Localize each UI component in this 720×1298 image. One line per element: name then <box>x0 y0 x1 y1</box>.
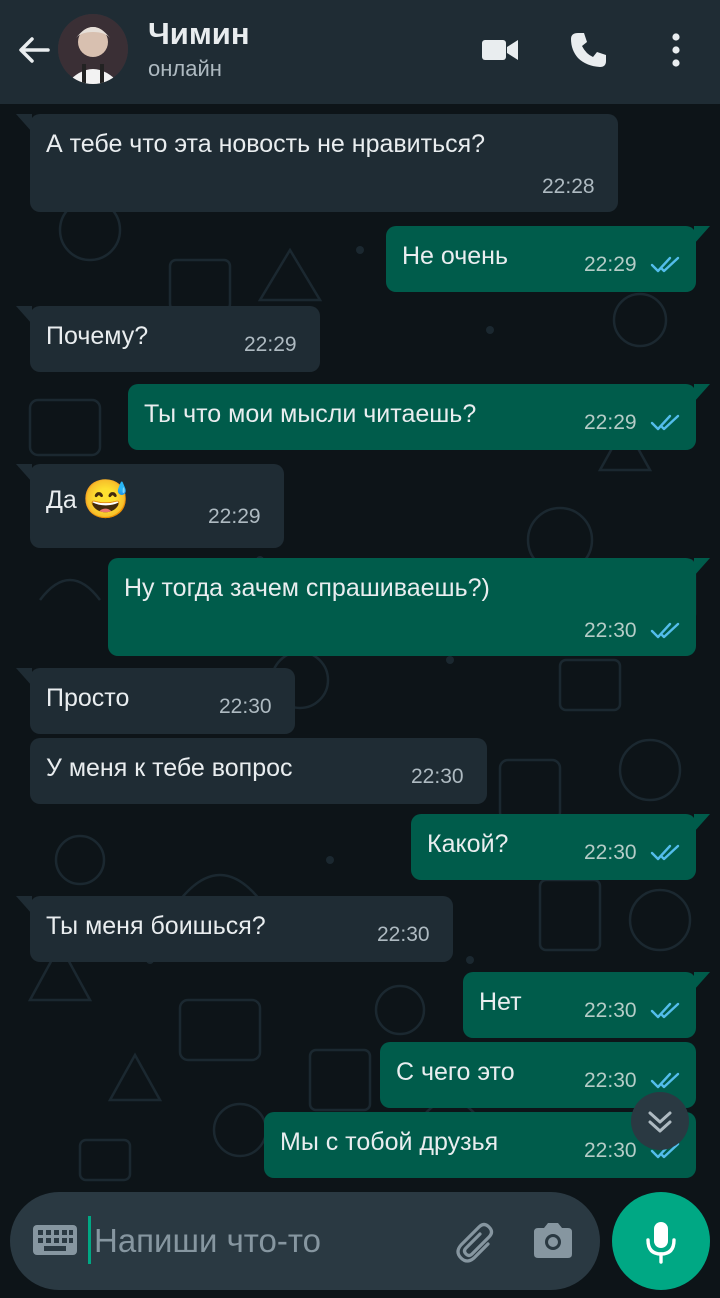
read-receipt-icon <box>650 256 680 273</box>
message-time: 22:30 <box>584 841 637 864</box>
read-receipt-icon <box>650 414 680 431</box>
bubble-tail <box>694 972 710 990</box>
attach-paperclip-icon[interactable] <box>452 1218 500 1266</box>
bubble-tail <box>694 384 710 402</box>
message-time: 22:30 <box>584 619 637 642</box>
message-time: 22:30 <box>584 999 637 1022</box>
bubble-tail <box>694 814 710 832</box>
back-arrow-icon[interactable] <box>14 30 54 70</box>
message-text: У меня к тебе вопрос <box>46 754 293 782</box>
text-caret <box>88 1216 91 1264</box>
message-time: 22:28 <box>542 175 595 198</box>
chevrons-down-icon <box>648 1111 672 1133</box>
message-time: 22:30 <box>219 695 272 718</box>
message-text: Какой? <box>427 830 509 858</box>
read-receipt-icon <box>650 622 680 639</box>
message-text: Да <box>46 486 77 514</box>
message-time: 22:30 <box>411 765 464 788</box>
message-text: Просто <box>46 684 130 712</box>
incoming-message[interactable]: У меня к тебе вопрос 22:30 <box>30 738 487 804</box>
sweat-smile-emoji: 😅 <box>82 479 130 521</box>
message-time: 22:29 <box>584 411 637 434</box>
contact-avatar[interactable] <box>58 14 128 84</box>
contact-status: онлайн <box>148 56 222 81</box>
message-text: Ты меня боишься? <box>46 912 266 940</box>
incoming-message[interactable]: Да 😅 22:29 <box>16 464 284 548</box>
bubble-tail <box>694 226 710 244</box>
message-composer <box>10 1192 600 1290</box>
incoming-message[interactable]: А тебе что эта новость не нравиться? 22:2… <box>16 114 618 212</box>
read-receipt-icon <box>650 844 680 861</box>
message-text: Не очень <box>402 242 509 270</box>
message-text: А тебе что эта новость не нравиться? <box>46 130 486 158</box>
keyboard-icon[interactable] <box>32 1222 78 1258</box>
bubble-tail <box>16 896 32 914</box>
voice-message-button[interactable] <box>612 1192 710 1290</box>
message-text: Ну тогда зачем спрашиваешь?) <box>124 574 490 602</box>
scroll-to-bottom-button[interactable] <box>631 1092 689 1150</box>
message-text: Нет <box>479 988 522 1016</box>
incoming-message[interactable]: Просто 22:30 <box>16 668 295 734</box>
incoming-message[interactable]: Ты меня боишься? 22:30 <box>16 896 453 962</box>
message-text: Мы с тобой друзья <box>280 1128 499 1156</box>
incoming-message[interactable]: Почему? 22:29 <box>16 306 320 372</box>
message-time: 22:30 <box>377 923 430 946</box>
read-receipt-icon <box>650 1072 680 1089</box>
bubble-tail <box>16 464 32 482</box>
bubble-tail <box>16 668 32 686</box>
bubble-tail <box>16 306 32 324</box>
message-time: 22:30 <box>584 1069 637 1092</box>
outgoing-message[interactable]: Нет 22:30 <box>463 972 710 1038</box>
message-input[interactable] <box>92 1214 436 1268</box>
microphone-icon <box>646 1222 676 1264</box>
message-text: Почему? <box>46 322 149 350</box>
chat-header: Чимин онлайн <box>0 0 720 104</box>
message-time: 22:30 <box>584 1139 637 1162</box>
more-vertical-icon[interactable] <box>654 28 698 72</box>
camera-icon[interactable] <box>530 1220 576 1262</box>
read-receipt-icon <box>650 1002 680 1019</box>
message-time: 22:29 <box>244 333 297 356</box>
outgoing-message[interactable]: Какой? 22:30 <box>411 814 710 880</box>
contact-name[interactable]: Чимин <box>148 16 250 52</box>
bubble-tail <box>694 558 710 576</box>
phone-icon[interactable] <box>566 28 610 72</box>
outgoing-message[interactable]: Не очень 22:29 <box>386 226 710 292</box>
message-time: 22:29 <box>584 253 637 276</box>
outgoing-message[interactable]: Ну тогда зачем спрашиваешь?) 22:30 <box>108 558 710 656</box>
message-text: Ты что мои мысли читаешь? <box>144 400 477 428</box>
message-time: 22:29 <box>208 505 261 528</box>
bubble-tail <box>16 114 32 132</box>
video-call-icon[interactable] <box>478 28 522 72</box>
message-list: А тебе что эта новость не нравиться? 22:2… <box>0 104 720 1184</box>
message-text: С чего это <box>396 1058 515 1086</box>
outgoing-message[interactable]: Ты что мои мысли читаешь? 22:29 <box>128 384 710 450</box>
